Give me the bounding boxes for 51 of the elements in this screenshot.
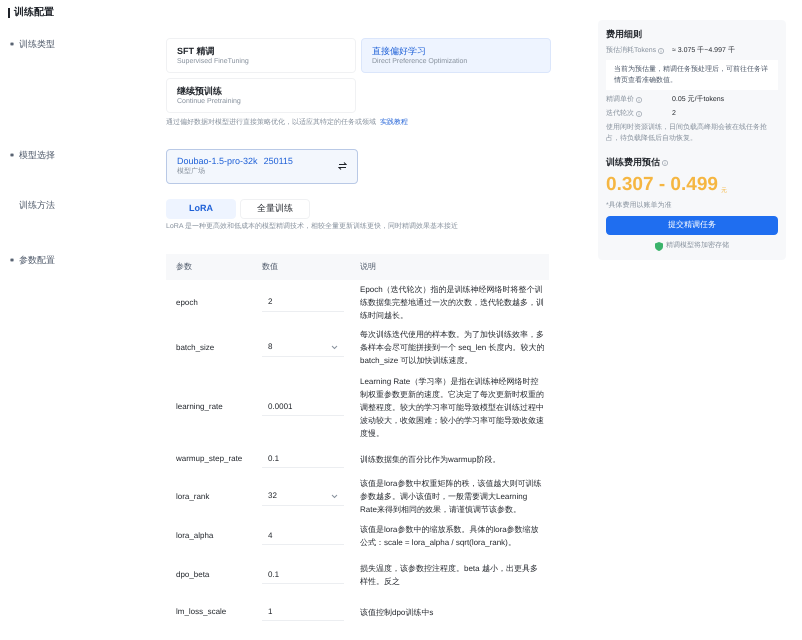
- field-label: 模型选择: [19, 148, 55, 162]
- param-input[interactable]: 4: [262, 527, 344, 545]
- param-select[interactable]: 32: [262, 488, 344, 506]
- panel-title: 费用细则: [606, 28, 643, 41]
- model-name: Doubao-1.5-pro-32k: [177, 154, 258, 167]
- param-name: lm_loss_scale: [175, 606, 228, 618]
- param-description: Learning Rate（学习率）是指在训练神经网络时控制权重参数更新的速度。它决定了每次更新时权重的调整程度。较大的学习率可能导致模型在训练过程中波动较大，收敛困难；较小的学习率可能导致收敛速度慢。: [360, 376, 545, 440]
- info-icon[interactable]: [636, 110, 642, 117]
- column-header: 数值: [262, 261, 279, 273]
- param-description: 该值是lora参数中权重矩阵的秩，该值越大则可训练参数越多。调小该值时，一般需要调大Learning Rate来得到相同的效果，请谨慎调节该参数。: [360, 478, 542, 516]
- estimate-title: 训练费用预估: [606, 156, 660, 169]
- model-version: 250115: [264, 154, 293, 167]
- param-name: dpo_beta: [175, 569, 210, 581]
- param-description: 该值是lora参数中的缩放系数。具体的lora参数缩放公式：scale = lora_alpha / sqrt(lora_rank)。: [360, 524, 540, 549]
- info-icon[interactable]: [636, 97, 642, 104]
- param-description: 损失温度，该参数控注程度。beta 越小，出更具多样性。反之: [360, 563, 539, 588]
- swap-icon[interactable]: [338, 162, 347, 170]
- card-title: 继续预训练: [177, 85, 223, 97]
- field-label: 训练方法: [19, 198, 55, 212]
- shield-icon: [655, 242, 663, 251]
- column-header: 参数: [175, 261, 193, 273]
- field-label: 训练类型: [19, 38, 55, 51]
- column-header: 说明: [360, 261, 377, 273]
- param-input[interactable]: 1: [262, 603, 344, 621]
- param-name: batch_size: [175, 342, 216, 354]
- param-description: 训练数据集的百分比作为warmup阶段。: [360, 454, 502, 466]
- param-name: learning_rate: [175, 401, 224, 413]
- card-title: SFT 精调: [177, 45, 216, 57]
- method-tab[interactable]: LoRA: [166, 198, 236, 218]
- param-input[interactable]: 0.0001: [262, 398, 344, 416]
- param-name: lora_rank: [175, 490, 210, 502]
- chevron-down-icon[interactable]: [331, 344, 338, 350]
- param-name: warmup_step_rate: [175, 453, 244, 465]
- field-label: 参数配置: [19, 254, 55, 267]
- param-select[interactable]: 8: [262, 338, 344, 356]
- method-tab[interactable]: 全量训练: [240, 198, 310, 218]
- cost-estimate: 0.307 - 0.499: [606, 174, 718, 196]
- param-input[interactable]: 0.1: [262, 566, 344, 584]
- param-name: epoch: [175, 296, 199, 308]
- card-title: 直接偏好学习: [372, 45, 427, 57]
- param-description: 每次训练迭代使用的样本数。为了加快训练效率，多条样本会尽可能拼接到一个 seq_len 长度内。较大的 batch_size 可以加快训练速度。: [360, 329, 546, 367]
- param-description: 该值控制dpo训练中s: [360, 606, 434, 618]
- submit-button[interactable]: 提交精调任务: [606, 216, 778, 234]
- param-description: Epoch（迭代轮次）指的是训练神经网络时将整个训练数据集完整地通过一次的次数，迭代轮数越多，训练时间越长。: [360, 284, 545, 322]
- param-name: lora_alpha: [175, 530, 214, 542]
- param-input[interactable]: 2: [262, 294, 344, 312]
- param-input[interactable]: 0.1: [262, 450, 344, 468]
- chevron-down-icon[interactable]: [331, 494, 338, 498]
- info-icon[interactable]: [662, 160, 668, 166]
- section-title: 训练配置: [14, 6, 54, 20]
- info-icon[interactable]: [658, 48, 664, 54]
